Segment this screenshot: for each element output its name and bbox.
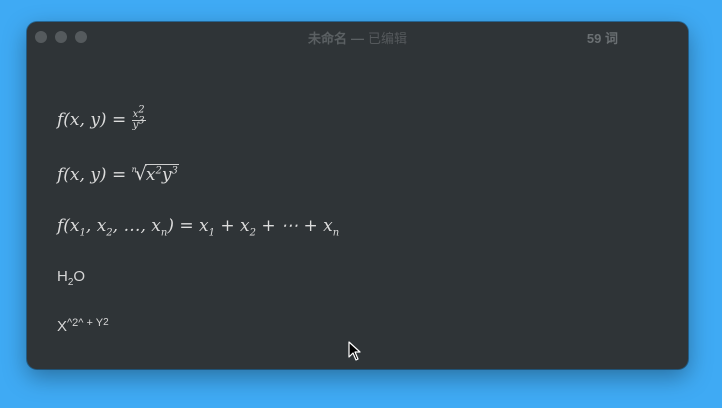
sum-part: + ⋯ + x <box>256 216 333 236</box>
formula-fraction: f(x, y) = x2 y3 <box>57 105 146 131</box>
title-bar[interactable]: 未命名 — 已编辑 59 词 <box>27 22 688 50</box>
subscript: n <box>332 227 340 239</box>
text-line-xy: X^2^ + Y2 <box>57 317 109 335</box>
desktop-background: 未命名 — 已编辑 59 词 f(x, y) = x2 y3 f(x, y) = n… <box>0 0 722 408</box>
sum-part: , x <box>85 216 107 236</box>
word-count: 59 词 <box>586 31 618 46</box>
radicand: x2y3 <box>144 164 179 185</box>
edit-status: 已编辑 <box>368 31 408 46</box>
fraction: x2 y3 <box>131 105 146 131</box>
formula-lhs: f(x, y) = <box>57 110 132 130</box>
text-line-h2o: H2O <box>57 268 86 288</box>
radicand-base-b: y <box>161 165 172 185</box>
radicand-exp-b: 3 <box>171 165 178 177</box>
document-name: 未命名 <box>307 31 347 46</box>
fraction-denominator: y3 <box>132 116 146 131</box>
title-separator: — <box>351 31 364 46</box>
chem-o: O <box>73 268 86 285</box>
sum-part: + x <box>214 216 250 236</box>
document-body[interactable]: f(x, y) = x2 y3 f(x, y) = n√x2y3 f(x1, x… <box>57 50 668 369</box>
sum-part: , …, x <box>112 216 161 236</box>
arrow-cursor-icon <box>348 341 361 361</box>
formula-lhs: f(x, y) = <box>57 165 132 185</box>
denominator-exponent: 3 <box>138 115 145 127</box>
radical: n√x2y3 <box>132 163 179 185</box>
root-index: n <box>131 165 137 174</box>
chem-h: H <box>57 268 68 285</box>
sum-part: ) = x <box>167 216 209 236</box>
formula-root: f(x, y) = n√x2y3 <box>57 163 179 185</box>
numerator-exponent: 2 <box>138 104 145 116</box>
text-mid: ^2^ + Y <box>67 317 104 329</box>
formula-sum: f(x1, x2, …, xn) = x1 + x2 + ⋯ + xn <box>57 216 340 239</box>
sum-part: f(x <box>57 216 80 236</box>
editor-window[interactable]: 未命名 — 已编辑 59 词 f(x, y) = x2 y3 f(x, y) = n… <box>27 22 688 369</box>
text-x: X <box>57 318 68 335</box>
text-superscript: 2 <box>103 317 109 328</box>
